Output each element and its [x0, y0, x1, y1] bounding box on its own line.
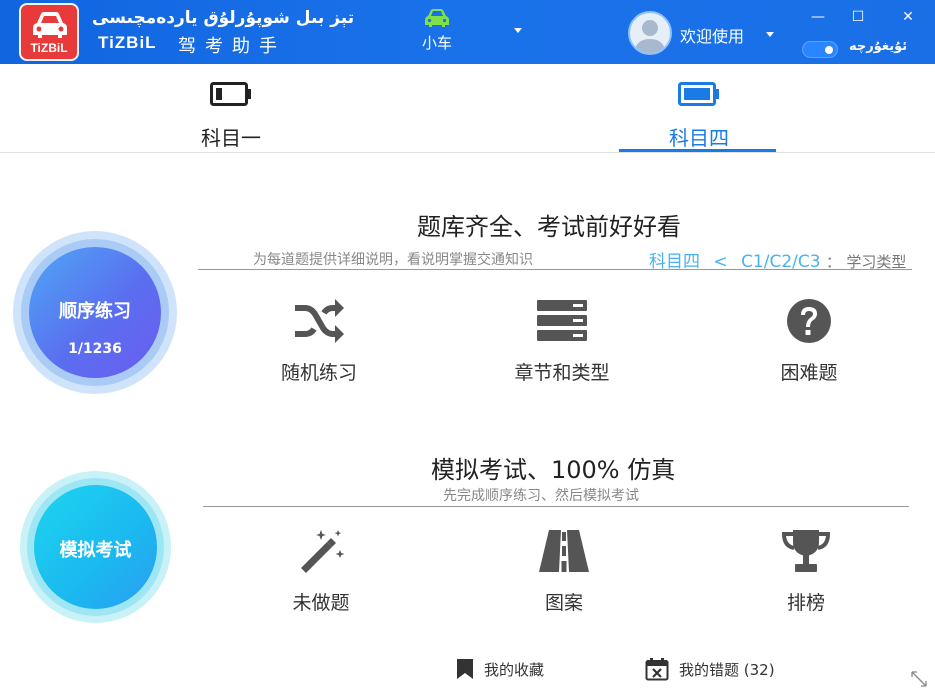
unanswered-button[interactable]: 未做题 — [256, 528, 386, 615]
section-divider — [203, 506, 909, 507]
feature-label: 图案 — [544, 592, 583, 614]
close-button[interactable]: ✕ — [893, 6, 923, 28]
active-tab-indicator — [619, 149, 776, 152]
brand-uyghur: تېز بىل شوپۇرلۇق ياردەمچىسى — [92, 8, 355, 28]
maximize-button[interactable]: ☐ — [843, 6, 873, 28]
minimize-button[interactable]: — — [803, 6, 833, 28]
vehicle-label: 小车 — [421, 34, 452, 52]
car-logo-icon — [33, 12, 67, 38]
user-dropdown-caret-icon[interactable] — [766, 32, 774, 37]
question-circle-icon — [787, 299, 831, 343]
shuffle-icon — [295, 299, 344, 343]
server-list-icon — [537, 300, 587, 341]
road-icon — [539, 530, 589, 572]
chapters-types-button[interactable]: 章节和类型 — [497, 298, 627, 385]
language-toggle-label: ئۇيغۇرچە — [849, 39, 908, 54]
mistakes-label: 我的错题 (32) — [679, 660, 775, 679]
exam-description: 先完成顺序练习、然后模拟考试 — [443, 488, 639, 504]
brand-chinese: 驾考助手 — [178, 36, 286, 57]
practice-progress: 1/1236 — [68, 341, 122, 357]
circle-title: 模拟考试 — [59, 540, 132, 561]
app-logo: TiZBiL — [19, 3, 79, 61]
resize-grip-icon[interactable] — [911, 671, 927, 687]
battery-full-icon — [678, 82, 719, 106]
practice-description: 为每道题提供详细说明，看说明掌握交通知识 — [253, 252, 533, 268]
user-silhouette-icon — [634, 20, 666, 53]
title-bar: TiZBiL تېز بىل شوپۇرلۇق ياردەمچىسى TiZBi… — [0, 0, 935, 64]
sequential-practice-button[interactable]: 顺序练习 1/1236 — [13, 231, 177, 394]
welcome-text[interactable]: 欢迎使用 — [680, 23, 744, 47]
practice-title: 题库齐全、考试前好好看 — [417, 213, 681, 241]
vehicle-selector[interactable]: 小车 — [413, 8, 461, 53]
exam-title: 模拟考试、100% 仿真 — [431, 456, 676, 484]
feature-label: 未做题 — [292, 592, 350, 614]
user-avatar[interactable] — [628, 11, 672, 55]
difficult-questions-button[interactable]: 困难题 — [744, 298, 874, 385]
subject-tabs: 科目一 科目四 — [0, 64, 935, 153]
logo-text: TiZBiL — [30, 41, 68, 55]
tab-subject-one[interactable]: 科目一 — [151, 64, 311, 153]
random-practice-button[interactable]: 随机练习 — [254, 298, 384, 385]
mock-exam-button[interactable]: 模拟考试 — [20, 471, 171, 623]
feature-label: 排榜 — [786, 592, 825, 614]
tab-subject-four[interactable]: 科目四 — [619, 64, 779, 153]
tab-label: 科目一 — [201, 126, 261, 150]
my-favorites-link[interactable]: 我的收藏 — [456, 655, 544, 683]
section-divider — [198, 269, 912, 270]
tab-label: 科目四 — [669, 126, 729, 150]
battery-low-icon — [210, 82, 251, 106]
feature-label: 随机练习 — [280, 362, 357, 384]
trophy-icon — [781, 530, 831, 572]
ranking-button[interactable]: 排榜 — [741, 528, 871, 615]
brand-english: TiZBiL — [98, 33, 157, 52]
vehicle-dropdown-caret-icon[interactable] — [514, 28, 522, 33]
calendar-x-icon — [645, 658, 669, 681]
bookmark-icon — [457, 659, 473, 679]
circle-core: 模拟考试 — [34, 485, 157, 609]
circle-title: 顺序练习 — [59, 301, 131, 322]
my-mistakes-link[interactable]: 我的错题 (32) — [645, 655, 775, 683]
circle-core: 顺序练习 1/1236 — [29, 247, 161, 378]
magic-wand-icon — [301, 530, 345, 573]
feature-label: 章节和类型 — [514, 362, 610, 384]
language-toggle[interactable] — [802, 41, 838, 58]
signs-button[interactable]: 图案 — [499, 528, 629, 615]
favorites-label: 我的收藏 — [484, 660, 545, 679]
toggle-knob — [825, 46, 833, 54]
car-icon — [425, 9, 449, 27]
feature-label: 困难题 — [780, 362, 838, 384]
